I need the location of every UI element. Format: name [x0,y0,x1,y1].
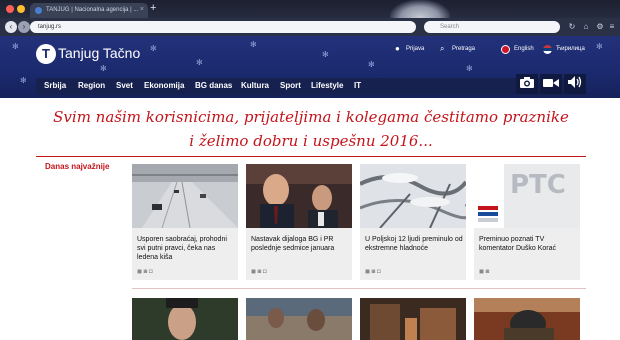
menu-item-region[interactable]: Region [78,81,105,90]
news-card[interactable]: РТС Preminuo poznati TV komentator Duško… [474,164,580,280]
tab-favicon-icon [35,7,42,14]
news-card[interactable]: Usporen saobraćaj, prohodni svi putni pr… [132,164,238,280]
menu-item-it[interactable]: IT [354,81,361,90]
menu-item-srbija[interactable]: Srbija [44,81,66,90]
menu-item-ekonomija[interactable]: Ekonomija [144,81,184,90]
media-type-icons: ◼ ◙ ◘ [251,269,267,275]
tab-close-icon[interactable]: × [140,6,144,13]
search-icon[interactable]: ⌕ [440,44,444,54]
logo-icon[interactable]: T [36,44,56,64]
snowflake-icon: ✻ [150,44,157,53]
audio-icon[interactable] [564,74,586,94]
snowflake-icon: ✻ [368,60,375,69]
news-card[interactable]: U Poljskoj 12 ljudi preminulo od ekstrem… [360,164,466,280]
snowflake-icon: ✻ [20,76,27,85]
news-image[interactable]: РТС [474,164,580,228]
news-image[interactable] [360,164,466,228]
greeting-divider [36,156,586,157]
media-type-icons: ◼ ◙ ◘ [137,269,153,275]
english-link[interactable]: English [514,46,534,52]
news-title[interactable]: Usporen saobraćaj, prohodni svi putni pr… [137,235,235,262]
main-content: Svim našim korisnicima, prijateljima i k… [36,98,586,340]
snowflake-icon: ✻ [100,64,107,73]
news-image[interactable] [132,164,238,228]
serbia-flag-icon [543,45,552,54]
cyrillic-link[interactable]: Ћирилица [556,46,585,52]
browser-titlebar: TANJUG | Nacionalna agencija | ... × + [0,0,620,30]
main-menu: Srbija Region Svet Ekonomija BG danas Ku… [36,78,586,95]
section-divider [132,288,586,289]
reload-icon[interactable]: ↻ [566,21,578,33]
news-title[interactable]: U Poljskoj 12 ljudi preminulo od ekstrem… [365,235,463,253]
media-type-icons: ◼ ◙ ◘ [365,269,381,275]
greeting-line-2: i želimo dobru i uspešnu 2016... [189,132,433,150]
browser-search-input[interactable]: Search [424,21,560,33]
menu-item-bg-danas[interactable]: BG danas [195,81,232,90]
login-link[interactable]: Prijava [406,46,424,52]
tab-title: TANJUG | Nacionalna agencija | ... [46,7,139,13]
snowflake-icon: ✻ [596,42,603,51]
video-icon[interactable] [540,74,562,94]
media-type-icons: ◼ ◙ [479,269,490,275]
browser-tab[interactable]: TANJUG | Nacionalna agencija | ... × [30,3,148,18]
close-window-button[interactable] [6,5,14,13]
news-title[interactable]: Preminuo poznati TV komentator Duško Kor… [479,235,577,253]
news-image[interactable] [360,298,466,340]
news-image[interactable] [132,298,238,340]
greeting-line-1: Svim našim korisnicima, prijateljima i k… [53,108,569,126]
url-bar[interactable]: tanjug.rs [30,21,416,33]
snowflake-icon: ✻ [322,50,329,59]
news-title[interactable]: Nastavak dijaloga BG i PR poslednje sedm… [251,235,349,253]
site-logo-text[interactable]: Tanjug Tačno [58,45,140,61]
snowflake-icon: ✻ [250,40,257,49]
user-icon[interactable]: ● [395,44,400,53]
section-title: Danas najvažnije [45,162,110,171]
menu-item-kultura[interactable]: Kultura [241,81,269,90]
site-header: ✻ ✻ ✻ ✻ ✻ ✻ ✻ ✻ ✻ ✻ T Tanjug Tačno ● Pri… [0,36,620,98]
extension-icon[interactable]: ⚙ [594,21,606,33]
menu-icon[interactable]: ≡ [606,21,618,33]
news-image[interactable] [246,164,352,228]
menu-item-lifestyle[interactable]: Lifestyle [311,81,343,90]
news-image[interactable] [474,298,580,340]
menu-item-sport[interactable]: Sport [280,81,301,90]
rts-logo-text: РТС [510,170,566,200]
snowflake-icon: ✻ [466,64,473,73]
new-tab-button[interactable]: + [150,2,156,14]
snowflake-icon: ✻ [196,58,203,67]
snowflake-icon: ✻ [12,42,19,51]
search-link[interactable]: Pretraga [452,46,475,52]
minimize-window-button[interactable] [17,5,25,13]
news-image[interactable] [246,298,352,340]
uk-flag-icon [501,45,510,54]
menu-item-svet[interactable]: Svet [116,81,133,90]
forward-button[interactable]: › [18,21,30,33]
news-card[interactable]: Nastavak dijaloga BG i PR poslednje sedm… [246,164,352,280]
camera-icon[interactable] [516,74,538,94]
home-icon[interactable]: ⌂ [580,21,592,33]
back-button[interactable]: ‹ [5,21,17,33]
